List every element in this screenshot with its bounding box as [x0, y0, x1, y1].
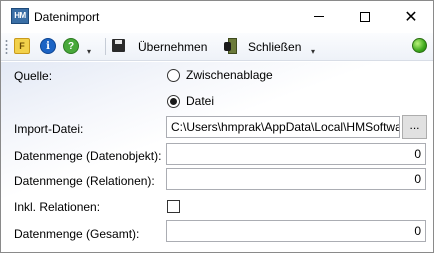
relations-label: Datenmenge (Relationen):: [14, 174, 155, 188]
save-button[interactable]: Übernehmen: [138, 40, 207, 54]
app-logo-icon: HM: [11, 8, 29, 24]
browse-button[interactable]: ...: [402, 115, 427, 139]
data-objects-label: Datenmenge (Datenobjekt):: [14, 149, 162, 163]
radio-file-label[interactable]: Datei: [186, 94, 214, 108]
radio-clipboard[interactable]: [167, 69, 180, 82]
radio-file[interactable]: [167, 95, 180, 108]
toolbar-separator: [105, 38, 106, 55]
total-field[interactable]: 0: [166, 220, 426, 242]
datenimport-window: HM Datenimport ✕ F i ? ▾ Übernehmen Schl…: [0, 0, 434, 253]
save-icon[interactable]: [112, 39, 125, 52]
person-shape: [224, 42, 231, 51]
data-objects-field[interactable]: 0: [166, 143, 426, 165]
maximize-button[interactable]: [342, 1, 388, 32]
toolbar: F i ? ▾ Übernehmen Schließen ▾: [1, 33, 433, 61]
include-relations-checkbox[interactable]: [167, 200, 180, 213]
help-icon[interactable]: ?: [63, 38, 79, 54]
exit-icon[interactable]: [224, 38, 238, 54]
minimize-button[interactable]: [296, 1, 342, 32]
close-button[interactable]: ✕: [388, 1, 434, 32]
total-label: Datenmenge (Gesamt):: [14, 227, 140, 241]
info-icon[interactable]: i: [40, 38, 56, 54]
window-title: Datenimport: [34, 10, 100, 24]
exit-button[interactable]: Schließen: [248, 40, 301, 54]
toolbar-grip[interactable]: [5, 39, 8, 55]
status-indicator-icon: [412, 38, 427, 53]
close-icon: ✕: [404, 6, 418, 26]
import-file-field[interactable]: C:\Users\hmprak\AppData\Local\HMSoftwa: [166, 116, 400, 138]
minimize-icon: [314, 16, 324, 17]
relations-field[interactable]: 0: [166, 168, 426, 190]
title-bar[interactable]: HM Datenimport ✕: [1, 1, 433, 32]
form-area: Quelle: Zwischenablage Datei Import-Date…: [1, 62, 433, 252]
toolbar-overflow-arrow[interactable]: ▾: [87, 47, 91, 56]
toolbar-overflow-arrow-2[interactable]: ▾: [311, 47, 315, 56]
include-relations-label: Inkl. Relationen:: [14, 200, 101, 214]
format-icon[interactable]: F: [14, 38, 30, 54]
source-label: Quelle:: [14, 69, 53, 83]
import-file-label: Import-Datei:: [14, 122, 84, 136]
radio-clipboard-label[interactable]: Zwischenablage: [186, 68, 273, 82]
maximize-icon: [360, 11, 370, 22]
